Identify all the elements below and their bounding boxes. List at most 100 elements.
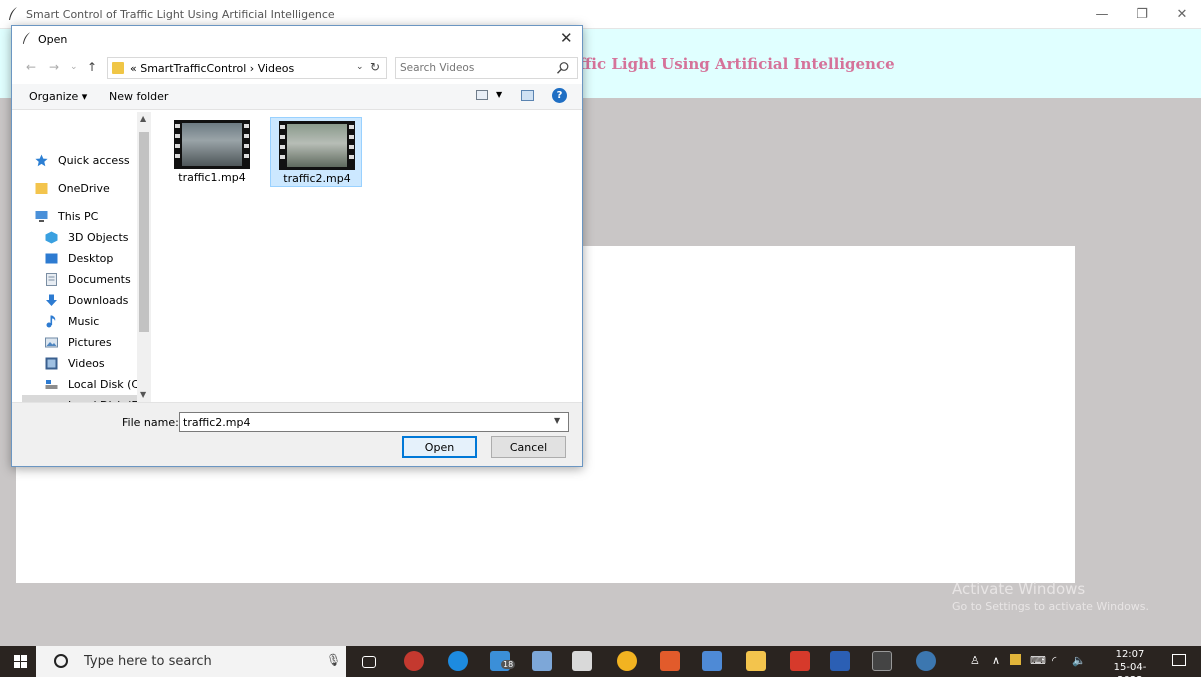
file-item-traffic1[interactable]: traffic1.mp4 (166, 117, 258, 187)
nav-item-local-disk-c[interactable]: Local Disk (C:) (22, 374, 148, 395)
refresh-icon[interactable]: ↻ (370, 60, 380, 74)
search-icon[interactable] (556, 61, 570, 75)
store-icon[interactable] (572, 651, 592, 671)
chevron-down-icon[interactable]: ▼ (554, 416, 560, 425)
dialog-footer: File name: ▼ Open Cancel (12, 402, 582, 466)
dialog-close-button[interactable]: ✕ (560, 29, 573, 47)
scrollbar-thumb[interactable] (139, 132, 149, 332)
nav-item-label: Quick access (58, 154, 130, 167)
dialog-titlebar: Open ✕ (12, 26, 582, 52)
up-button[interactable]: ↑ (87, 60, 97, 74)
download-icon (46, 294, 57, 306)
nav-item-videos[interactable]: Videos (22, 353, 145, 374)
terminal-icon[interactable] (872, 651, 892, 671)
minimize-button[interactable]: — (1082, 0, 1122, 29)
taskbar-search[interactable]: Type here to search 🎙 (36, 646, 346, 677)
forward-button[interactable]: → (49, 60, 59, 74)
folder-icon (112, 62, 124, 74)
taskbar-clock[interactable]: 12:07 15-04-2022 (1106, 648, 1154, 677)
python-icon[interactable] (916, 651, 936, 671)
document-icon (46, 273, 57, 286)
cancel-button[interactable]: Cancel (491, 436, 566, 458)
edge-icon[interactable] (448, 651, 468, 671)
task-view-icon[interactable] (362, 656, 376, 668)
nav-item-desktop[interactable]: Desktop (22, 248, 145, 269)
acrobat-icon[interactable] (790, 651, 810, 671)
wifi-icon[interactable]: ◜ (1052, 654, 1056, 667)
people-icon[interactable]: ♙ (970, 654, 980, 667)
taskbar: Type here to search 🎙 18 ♙ ∧ ⌨ ◜ 🔈 12:07… (0, 646, 1201, 677)
preview-pane-icon[interactable] (521, 90, 534, 101)
app-icon[interactable] (702, 651, 722, 671)
nav-item-label: 3D Objects (68, 231, 129, 244)
back-button[interactable]: ← (26, 60, 36, 74)
microphone-icon[interactable]: 🎙 (326, 653, 341, 667)
file-explorer-icon[interactable] (746, 651, 766, 671)
nav-item-music[interactable]: Music (22, 311, 145, 332)
videos-icon (45, 357, 58, 370)
file-name-input[interactable] (183, 415, 543, 429)
scroll-up-icon[interactable]: ▲ (140, 114, 146, 123)
nav-item-3d-objects[interactable]: 3D Objects (22, 227, 145, 248)
maximize-button[interactable]: ❐ (1122, 0, 1162, 29)
nav-item-label: This PC (58, 210, 99, 223)
recent-locations-button[interactable]: ⌄ (70, 62, 78, 72)
app-icon[interactable] (660, 651, 680, 671)
windows-start-icon[interactable] (14, 655, 27, 668)
drive-icon (45, 380, 58, 389)
mail-icon[interactable]: 18 (490, 651, 516, 671)
activation-watermark: Activate Windows Go to Settings to activ… (952, 580, 1149, 613)
chevron-down-icon[interactable]: ▼ (496, 90, 502, 99)
nav-item-quick-access[interactable]: Quick access (12, 150, 135, 171)
tray-app-icon[interactable] (1010, 654, 1021, 665)
watermark-title: Activate Windows (952, 580, 1086, 598)
volume-icon[interactable]: 🔈 (1072, 654, 1086, 667)
chevron-down-icon[interactable]: ⌄ (356, 62, 364, 72)
help-icon[interactable]: ? (552, 88, 567, 103)
app-window-title: Smart Control of Traffic Light Using Art… (26, 8, 335, 21)
notepad-icon[interactable] (532, 651, 552, 671)
video-thumbnail (174, 120, 250, 169)
app-icon[interactable] (404, 651, 424, 671)
nav-item-pictures[interactable]: Pictures (22, 332, 145, 353)
dialog-title: Open (38, 33, 68, 46)
view-options-icon[interactable] (476, 90, 488, 100)
search-box[interactable] (395, 57, 578, 79)
folder-icon (35, 183, 48, 194)
close-button[interactable]: ✕ (1162, 0, 1201, 29)
nav-item-label: Downloads (68, 294, 129, 307)
chrome-icon[interactable] (617, 651, 637, 671)
language-icon[interactable]: ⌨ (1030, 654, 1046, 667)
scroll-down-icon[interactable]: ▼ (140, 390, 146, 399)
notification-icon[interactable] (1172, 654, 1186, 666)
nav-item-downloads[interactable]: Downloads (22, 290, 145, 311)
file-item-traffic2[interactable]: traffic2.mp4 (270, 117, 362, 187)
nav-pane-scrollbar[interactable]: ▲ ▼ (137, 112, 151, 402)
address-bar[interactable]: « SmartTrafficControl › Videos ⌄ ↻ (107, 57, 387, 79)
nav-item-label: Local Disk (C:) (68, 378, 148, 391)
nav-item-onedrive[interactable]: OneDrive (12, 178, 135, 199)
desktop-icon (45, 253, 58, 264)
new-folder-button[interactable]: New folder (109, 90, 168, 103)
dialog-toolbar: Organize ▾ New folder ▼ ? (12, 84, 582, 110)
organize-button[interactable]: Organize ▾ (29, 90, 87, 103)
search-input[interactable] (400, 60, 550, 76)
open-button[interactable]: Open (402, 436, 477, 458)
file-name: traffic1.mp4 (178, 171, 246, 184)
clock-date: 15-04-2022 (1113, 662, 1147, 677)
nav-item-label: OneDrive (58, 182, 110, 195)
feather-icon (9, 7, 17, 20)
word-icon[interactable] (830, 651, 850, 671)
nav-item-this-pc[interactable]: This PC (12, 206, 135, 227)
file-list: traffic1.mp4 traffic2.mp4 (152, 112, 582, 402)
nav-item-label: Pictures (68, 336, 112, 349)
nav-item-label: Music (68, 315, 100, 328)
open-file-dialog: Open ✕ ← → ⌄ ↑ « SmartTrafficControl › V… (11, 25, 583, 467)
file-name-field[interactable]: ▼ (179, 412, 569, 432)
chevron-up-icon[interactable]: ∧ (992, 654, 1000, 667)
star-icon (35, 154, 48, 167)
music-icon (46, 315, 56, 328)
nav-item-documents[interactable]: Documents (22, 269, 145, 290)
nav-item-label: Desktop (68, 252, 114, 265)
cortana-icon (54, 654, 68, 668)
